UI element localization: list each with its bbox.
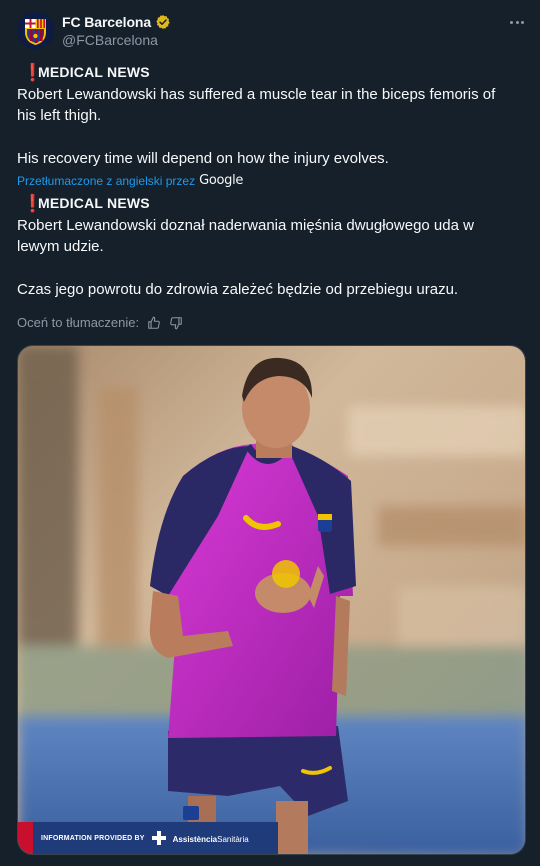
avatar[interactable]: [17, 12, 54, 49]
banner-brand: AssistènciaSanitària: [172, 835, 249, 844]
fcb-crest-icon: [17, 12, 54, 49]
tweet-text-original: ❗ MEDICAL NEWS Robert Lewandowski has su…: [17, 62, 527, 170]
translated-line-1: Robert Lewandowski doznał naderwania mię…: [17, 216, 474, 234]
rate-translation: Oceń to tłumaczenie:: [17, 315, 183, 330]
tweet[interactable]: FC Barcelona @FCBarcelona ❗ MEDICAL NEWS…: [0, 0, 540, 866]
exclamation-icon: ❗: [22, 194, 44, 213]
thumbs-up-icon[interactable]: [147, 316, 161, 330]
rate-translation-label: Oceń to tłumaczenie:: [17, 315, 140, 330]
original-line-2: his left thigh.: [17, 107, 102, 124]
translated-heading: ❗ MEDICAL NEWS: [17, 193, 527, 215]
translation-credit[interactable]: Przetłumaczone z angielski przez Google: [17, 173, 243, 188]
tweet-text-translated: ❗ MEDICAL NEWS Robert Lewandowski doznał…: [17, 193, 527, 301]
more-options-icon[interactable]: [506, 12, 528, 32]
original-line-3: His recovery time will depend on how the…: [17, 150, 389, 167]
banner-text: INFORMATION PROVIDED BY: [41, 834, 145, 842]
banner-accent: [18, 822, 33, 854]
thumbs-down-icon[interactable]: [169, 316, 183, 330]
translation-credit-label[interactable]: Przetłumaczone z angielski przez: [17, 174, 195, 188]
medical-cross-icon: [151, 831, 166, 845]
author-name-row[interactable]: FC Barcelona: [62, 13, 171, 31]
google-logo: Google: [199, 173, 244, 188]
verified-badge-icon: [156, 15, 170, 29]
player-photo: [18, 346, 525, 854]
sponsor-banner: INFORMATION PROVIDED BY AssistènciaSanit…: [33, 822, 278, 854]
translated-line-2: lewym udzie.: [17, 238, 104, 255]
original-heading: ❗ MEDICAL NEWS: [17, 62, 527, 84]
tweet-photo[interactable]: INFORMATION PROVIDED BY AssistènciaSanit…: [17, 345, 526, 855]
display-name[interactable]: FC Barcelona: [62, 14, 151, 30]
exclamation-icon: ❗: [22, 63, 44, 82]
author-handle[interactable]: @FCBarcelona: [62, 32, 158, 48]
translated-line-3: Czas jego powrotu do zdrowia zależeć będ…: [17, 281, 459, 298]
original-line-1: Robert Lewandowski has suffered a muscle…: [17, 85, 496, 103]
